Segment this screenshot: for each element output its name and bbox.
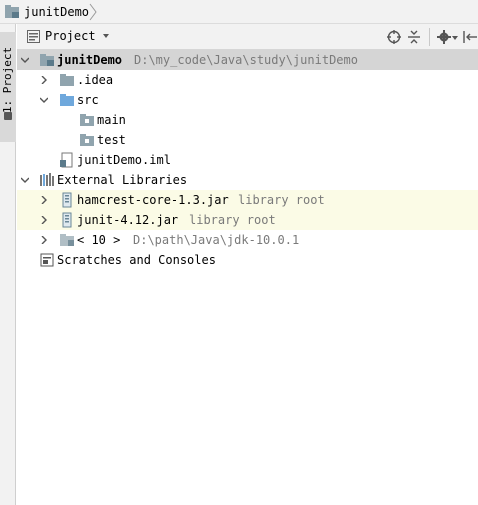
- tree-row-external-libraries[interactable]: External Libraries: [17, 170, 478, 190]
- jar-icon: [62, 212, 72, 228]
- chevron-down-icon[interactable]: [21, 56, 29, 64]
- source-folder-icon: [60, 94, 74, 106]
- hamcrest-jar-name: hamcrest-core-1.3.jar: [77, 193, 229, 207]
- idea-folder-name: .idea: [77, 73, 114, 87]
- project-tool-tab[interactable]: 1: Project: [0, 32, 16, 142]
- tree-row-junit[interactable]: junit-4.12.jar library root: [17, 210, 478, 230]
- jar-icon: [62, 192, 72, 208]
- tree-row-src[interactable]: src: [17, 90, 478, 110]
- navigation-bar: junitDemo: [0, 0, 478, 24]
- scratches-label: Scratches and Consoles: [57, 253, 216, 267]
- tree-row-test[interactable]: test: [17, 130, 478, 150]
- junit-library-root-hint: library root: [189, 213, 276, 227]
- chevron-down-icon[interactable]: [21, 176, 29, 184]
- breadcrumb-separator-icon: [89, 3, 97, 21]
- project-toolbar: Project: [17, 24, 478, 50]
- external-libraries-label: External Libraries: [57, 173, 188, 187]
- hamcrest-library-root-hint: library root: [238, 193, 325, 207]
- chevron-down-icon[interactable]: [40, 96, 48, 104]
- jdk-folder-icon: [60, 234, 74, 246]
- gear-icon[interactable]: [436, 29, 452, 45]
- breadcrumb-project[interactable]: junitDemo: [24, 4, 89, 20]
- tree-row-iml[interactable]: junitDemo.iml: [17, 150, 478, 170]
- iml-file-name: junitDemo.iml: [77, 153, 171, 167]
- tree-row-jdk[interactable]: < 10 > D:\path\Java\jdk-10.0.1: [17, 230, 478, 250]
- project-tool-tab-label: 1: Project: [1, 46, 14, 114]
- tree-row-main[interactable]: main: [17, 110, 478, 130]
- package-folder-icon: [80, 134, 94, 146]
- chevron-right-icon[interactable]: [40, 196, 48, 204]
- tool-window-strip: 1: Project: [0, 24, 16, 505]
- src-folder-name: src: [77, 93, 99, 107]
- chevron-right-icon[interactable]: [40, 76, 48, 84]
- project-view-selector[interactable]: Project: [45, 28, 96, 44]
- target-icon[interactable]: [386, 29, 402, 45]
- root-module-path: D:\my_code\Java\study\junitDemo: [134, 53, 358, 67]
- project-view-icon: [27, 30, 40, 43]
- root-module-name: junitDemo: [57, 53, 123, 67]
- test-folder-name: test: [97, 133, 126, 147]
- module-folder-icon: [40, 54, 54, 66]
- folder-icon: [60, 74, 74, 86]
- project-tool-icon: [4, 112, 12, 120]
- module-file-icon: [60, 152, 73, 168]
- main-folder-name: main: [97, 113, 126, 127]
- tree-row-scratches[interactable]: Scratches and Consoles: [17, 250, 478, 270]
- libraries-icon: [40, 173, 54, 186]
- gear-dropdown-icon[interactable]: [452, 36, 458, 40]
- tree-row-hamcrest[interactable]: hamcrest-core-1.3.jar library root: [17, 190, 478, 210]
- chevron-down-icon[interactable]: [103, 34, 109, 38]
- tree-row-idea[interactable]: .idea: [17, 70, 478, 90]
- jdk-name: < 10 >: [77, 233, 121, 247]
- package-folder-icon: [80, 114, 94, 126]
- project-folder-icon: [5, 5, 19, 18]
- scratches-icon: [40, 253, 54, 267]
- jdk-path: D:\path\Java\jdk-10.0.1: [133, 233, 300, 247]
- tree-row-root[interactable]: junitDemo D:\my_code\Java\study\junitDem…: [17, 50, 478, 70]
- toolbar-divider: [429, 28, 430, 46]
- collapse-all-icon[interactable]: [406, 29, 422, 45]
- hide-panel-icon[interactable]: [461, 29, 477, 45]
- chevron-right-icon[interactable]: [40, 236, 48, 244]
- junit-jar-name: junit-4.12.jar: [77, 213, 179, 227]
- chevron-right-icon[interactable]: [40, 216, 48, 224]
